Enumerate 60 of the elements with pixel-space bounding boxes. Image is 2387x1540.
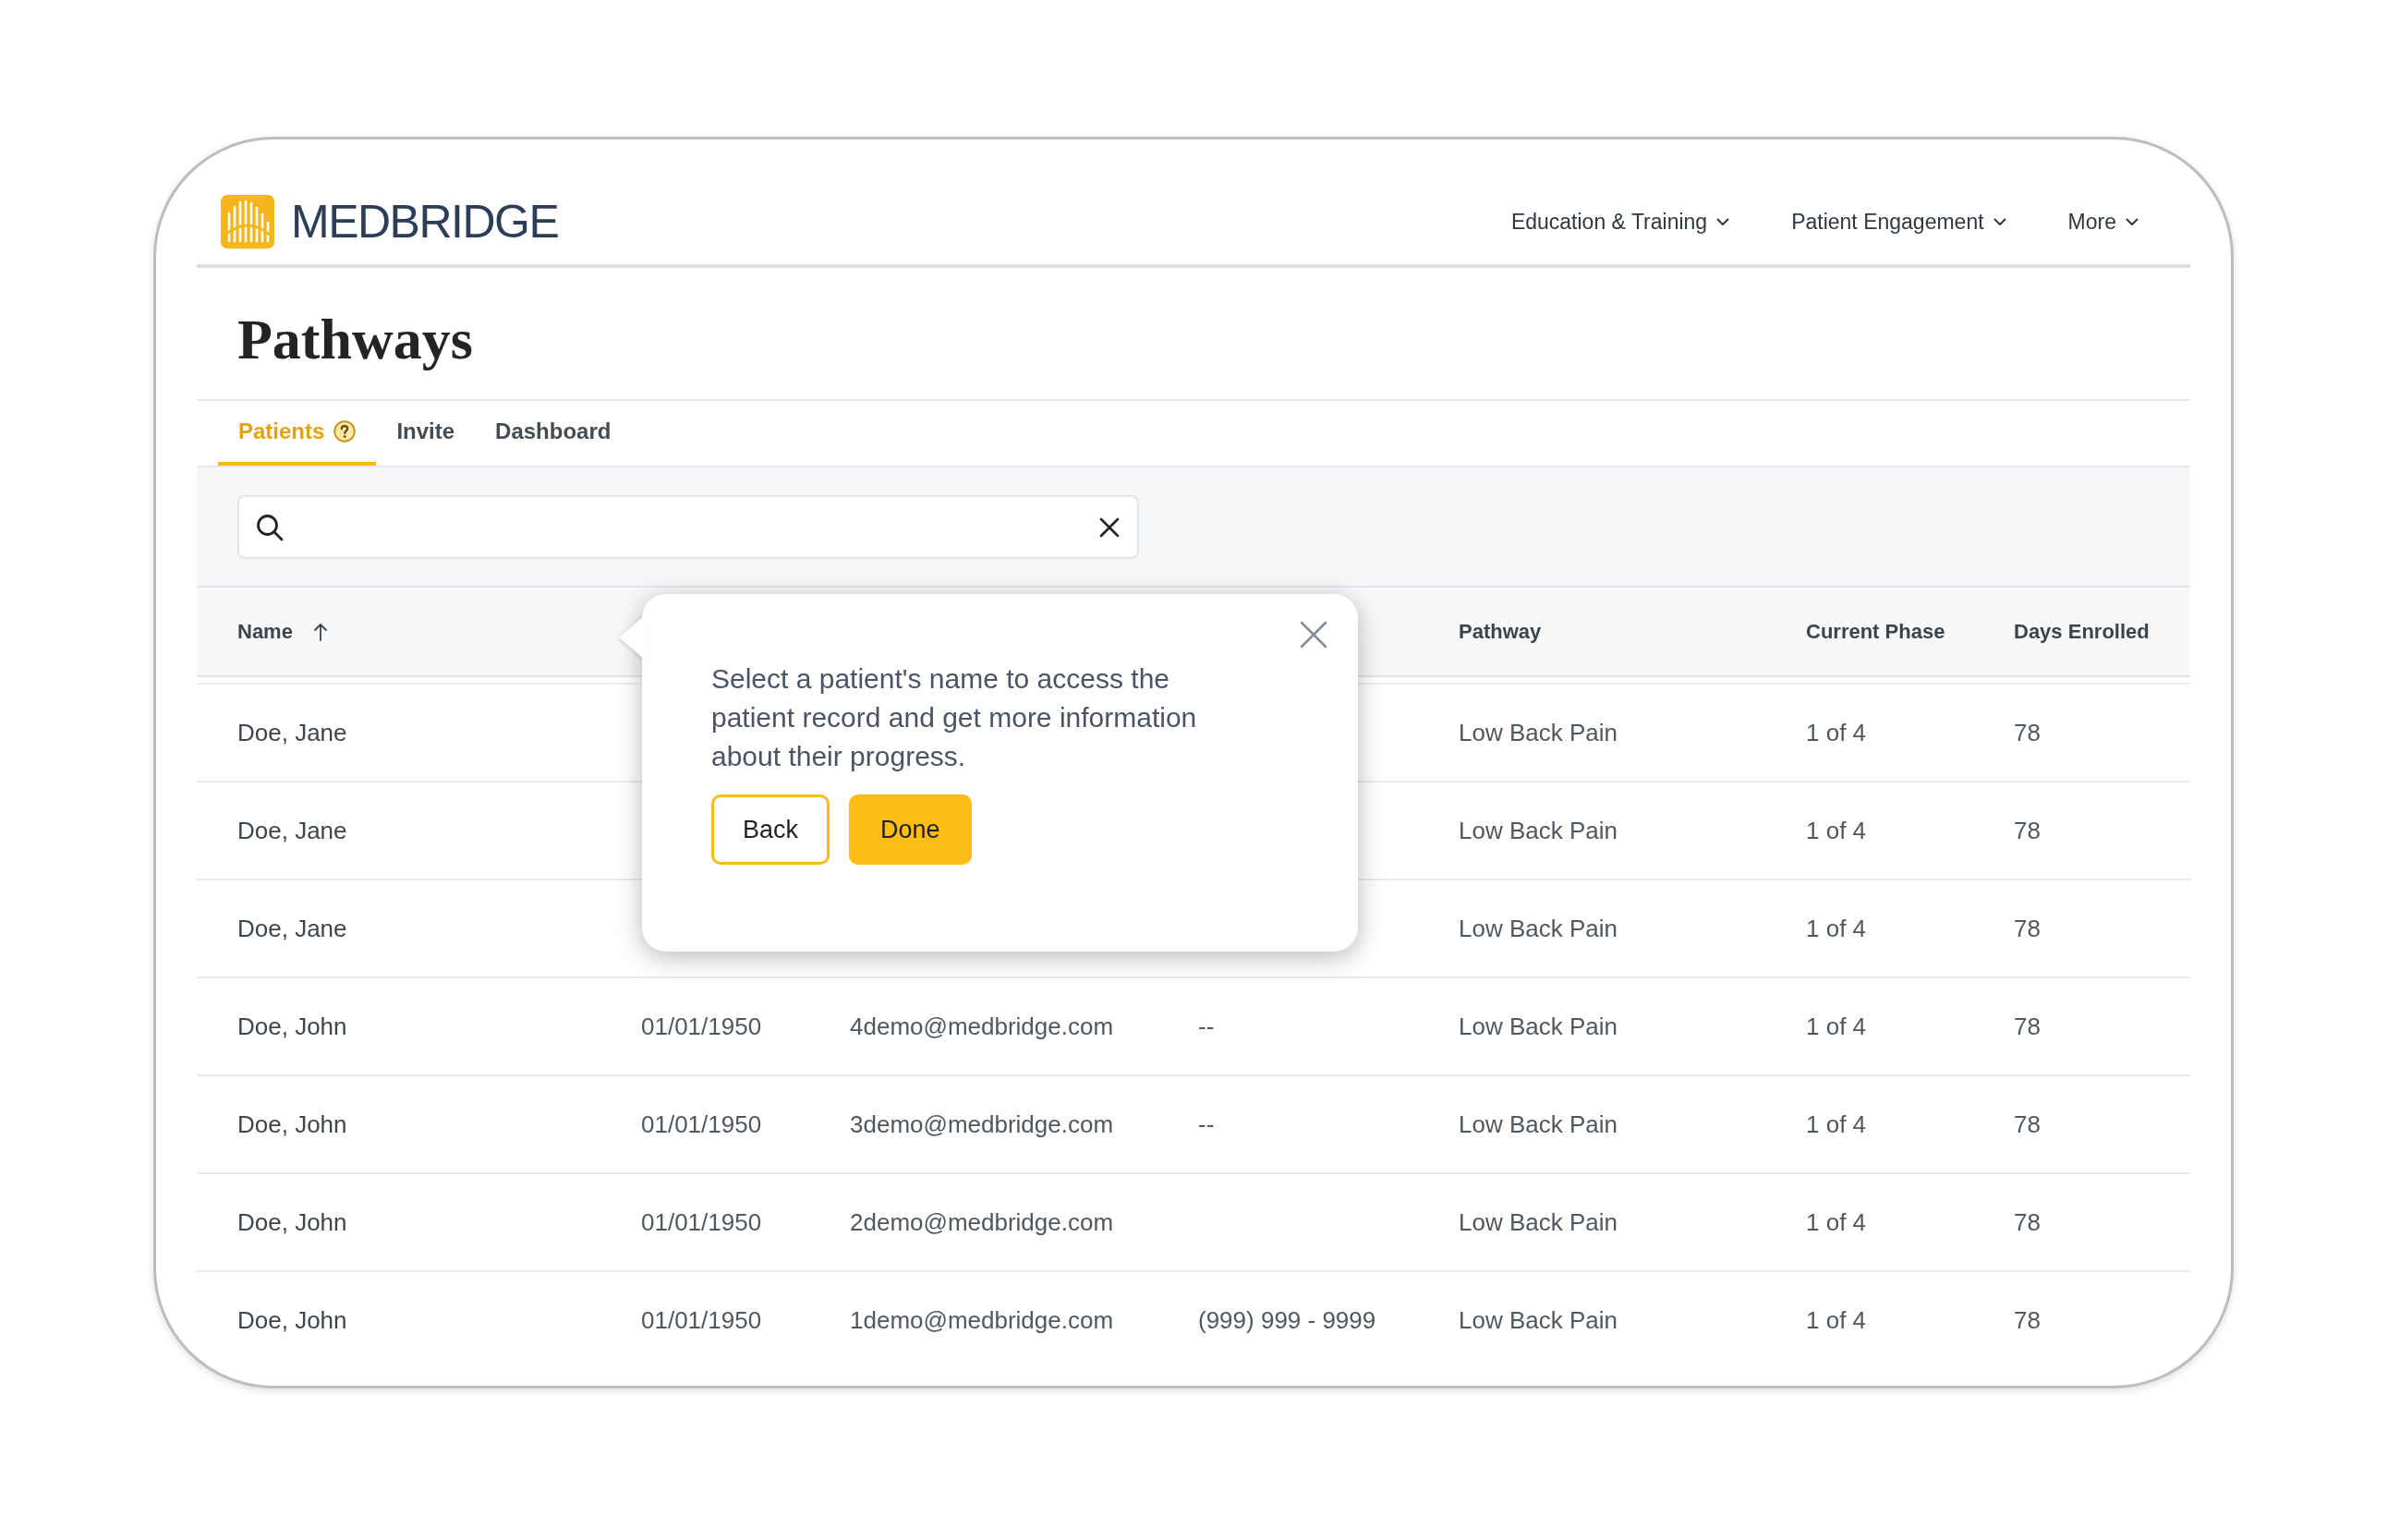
close-button[interactable] — [1299, 620, 1328, 649]
phase-text: 1 of 4 — [1806, 1110, 1867, 1138]
clear-button[interactable] — [1098, 515, 1121, 539]
pathway-name: Low Back Pain — [1459, 1110, 1618, 1138]
nav-menu-button[interactable]: More — [2067, 209, 2139, 235]
logo-icon — [221, 195, 274, 249]
column-header[interactable]: Current Phase — [1806, 619, 1945, 644]
phase-text: 1 of 4 — [1806, 1207, 1867, 1236]
date-text: 01/01/1950 — [641, 1012, 762, 1040]
pathway-name: Low Back Pain — [1459, 1305, 1618, 1334]
days-count: 78 — [2014, 1207, 2041, 1236]
pathway-name: Low Back Pain — [1459, 1207, 1618, 1236]
email-text: 4demo@medbridge.com — [850, 1012, 1114, 1040]
email-text: 3demo@medbridge.com — [850, 1110, 1114, 1138]
days-count: 78 — [2014, 1305, 2041, 1334]
email-text: 1demo@medbridge.com — [850, 1305, 1114, 1334]
days-count: 78 — [2014, 1110, 2041, 1138]
nav-menu-button[interactable]: Education & Training — [1510, 209, 1730, 235]
patient-name[interactable]: Doe, John — [237, 1207, 347, 1236]
column-header[interactable]: Pathway — [1459, 619, 1542, 644]
help-icon[interactable] — [333, 420, 357, 443]
phone-text: -- — [1198, 1012, 1215, 1040]
patient-name[interactable]: Doe, John — [237, 1110, 347, 1138]
done-button[interactable]: Done — [849, 794, 972, 865]
search-field[interactable] — [237, 495, 1139, 559]
date-text: 01/01/1950 — [641, 1207, 762, 1236]
phone-text: -- — [1198, 1110, 1215, 1138]
phone-text: (999) 999 - 9999 — [1198, 1305, 1376, 1334]
patient-name[interactable]: Doe, John — [237, 1012, 347, 1040]
patient-name[interactable]: Doe, John — [237, 1305, 347, 1334]
days-count: 78 — [2014, 914, 2041, 942]
pathway-name: Low Back Pain — [1459, 718, 1618, 746]
back-button[interactable]: Back — [711, 794, 830, 865]
column-header[interactable]: Days Enrolled — [2014, 619, 2150, 644]
days-count: 78 — [2014, 1012, 2041, 1040]
patient-name[interactable]: Doe, Jane — [237, 718, 347, 746]
page-title: Pathways — [237, 307, 473, 371]
phase-text: 1 of 4 — [1806, 1012, 1867, 1040]
tooltip-text: Select a patient's name to access the patient record and get more information about their progress. — [711, 662, 1198, 773]
patient-name[interactable]: Doe, Jane — [237, 816, 347, 844]
email-text: 2demo@medbridge.com — [850, 1207, 1114, 1236]
phase-text: 1 of 4 — [1806, 816, 1867, 844]
date-text: 01/01/1950 — [641, 1110, 762, 1138]
brand-name: MEDBRIDGE — [291, 199, 559, 245]
days-count: 78 — [2014, 718, 2041, 746]
date-text: 01/01/1950 — [641, 1305, 762, 1334]
arrow-up-icon[interactable] — [312, 622, 328, 641]
tab[interactable]: Dashboard — [475, 401, 632, 466]
search-icon — [255, 512, 285, 542]
pathway-name: Low Back Pain — [1459, 1012, 1618, 1040]
column-header[interactable]: Name — [237, 619, 293, 644]
nav-menu-button[interactable]: Patient Engagement — [1791, 209, 2006, 235]
tab[interactable]: Invite — [376, 401, 476, 466]
patient-name[interactable]: Doe, Jane — [237, 914, 347, 942]
phase-text: 1 of 4 — [1806, 718, 1867, 746]
phase-text: 1 of 4 — [1806, 914, 1867, 942]
phase-text: 1 of 4 — [1806, 1305, 1867, 1334]
days-count: 78 — [2014, 816, 2041, 844]
pathway-name: Low Back Pain — [1459, 816, 1618, 844]
pathway-name: Low Back Pain — [1459, 914, 1618, 942]
